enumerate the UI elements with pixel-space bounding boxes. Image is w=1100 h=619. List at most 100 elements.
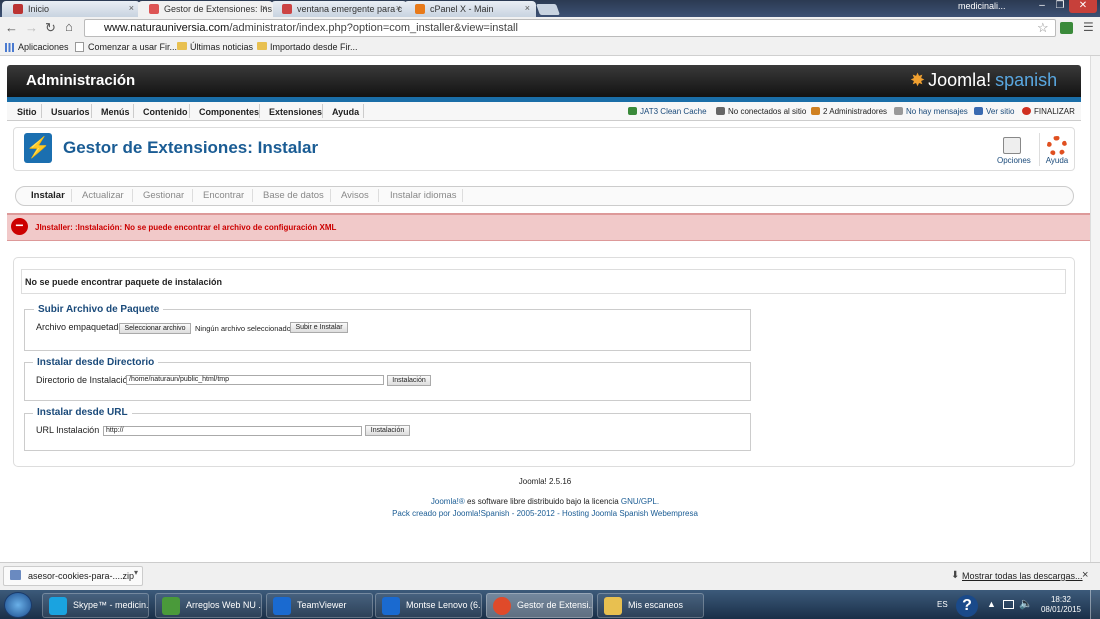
tab-instalar-idiomas[interactable]: Instalar idiomas	[390, 190, 457, 201]
joomla-logo-icon: ✸	[910, 70, 926, 90]
directory-install-button[interactable]: Instalación	[387, 375, 431, 386]
taskbar-teamviewer[interactable]: TeamViewer	[266, 593, 373, 618]
download-bar	[0, 562, 1100, 590]
browser-tab-inicio[interactable]: Inicio ×	[2, 1, 140, 17]
gpl-link[interactable]: GNU/GPL.	[621, 497, 659, 506]
tab-actualizar[interactable]: Actualizar	[82, 190, 124, 201]
window-close-icon[interactable]: ✕	[1069, 0, 1097, 13]
directory-input[interactable]: /home/naturaun/public_html/tmp	[126, 375, 384, 385]
language-indicator[interactable]: ES	[937, 600, 948, 609]
page-scrollbar[interactable]	[1090, 56, 1100, 562]
tab-base-de-datos[interactable]: Base de datos	[263, 190, 324, 201]
extension-icon[interactable]	[1060, 22, 1073, 34]
start-button[interactable]	[4, 592, 32, 618]
joomla-logo: ✸ Joomla! spanish	[910, 70, 1058, 90]
chrome-icon	[493, 597, 511, 615]
tab-instalar[interactable]: Instalar	[31, 190, 65, 201]
restore-icon[interactable]: ❐	[1051, 0, 1069, 13]
menu-componentes[interactable]: Componentes	[199, 107, 259, 117]
taskbar-mis-escaneos[interactable]: Mis escaneos	[597, 593, 704, 618]
menu-menus[interactable]: Menús	[101, 107, 130, 117]
system-clock[interactable]: 18:32 08/01/2015	[1036, 595, 1086, 615]
bookmark-ultimas-noticias[interactable]: Últimas noticias	[177, 42, 253, 52]
minimize-icon[interactable]: –	[1033, 0, 1051, 13]
joomla-favicon-icon	[282, 4, 292, 14]
new-tab-button[interactable]	[535, 4, 561, 15]
browser-tab-gestor[interactable]: Gestor de Extensiones: Ins ×	[138, 1, 273, 17]
browser-user-name[interactable]: medicinali...	[958, 1, 1006, 11]
menu-contenido[interactable]: Contenido	[143, 107, 188, 117]
options-icon[interactable]	[1003, 137, 1021, 154]
download-arrow-icon: ⬇	[951, 570, 960, 581]
status-admins: 2 Administradores	[811, 107, 887, 116]
tab-divider	[132, 189, 133, 202]
menu-divider	[41, 104, 42, 118]
upload-legend: Subir Archivo de Paquete	[34, 304, 164, 315]
show-desktop-button[interactable]	[1090, 590, 1100, 619]
status-cache[interactable]: JAT3 Clean Cache	[628, 107, 707, 116]
menu-divider	[133, 104, 134, 118]
select-file-button[interactable]: Seleccionar archivo	[119, 323, 191, 334]
cache-icon	[628, 107, 637, 115]
help-question-icon[interactable]: ?	[956, 595, 978, 617]
directory-label: Directorio de Instalación	[36, 375, 133, 385]
download-menu-chevron-icon[interactable]: ▾	[134, 568, 138, 577]
forward-arrow-icon[interactable]: →	[25, 20, 38, 35]
tab-close-icon[interactable]: ×	[525, 3, 530, 13]
reload-icon[interactable]: ↻	[45, 20, 56, 36]
taskbar-montse[interactable]: Montse Lenovo (6...	[375, 593, 482, 618]
menu-divider	[189, 104, 190, 118]
tab-close-icon[interactable]: ×	[129, 3, 134, 13]
page-title: Gestor de Extensiones: Instalar	[63, 138, 319, 157]
tab-gestionar[interactable]: Gestionar	[143, 190, 184, 201]
back-arrow-icon[interactable]: ←	[5, 20, 18, 35]
help-lifebuoy-icon[interactable]	[1047, 136, 1067, 156]
bookmark-aplicaciones[interactable]: Aplicaciones	[5, 42, 69, 52]
taskbar-skype[interactable]: Skype™ - medicin...	[42, 593, 149, 618]
menu-hamburger-icon[interactable]: ☰	[1083, 20, 1094, 34]
menu-divider	[259, 104, 260, 118]
tab-close-icon[interactable]: ×	[396, 3, 401, 13]
home-icon[interactable]: ⌂	[65, 19, 73, 34]
tab-divider	[462, 189, 463, 202]
url-input[interactable]: http://	[103, 426, 362, 436]
bookmark-star-icon[interactable]: ☆	[1037, 20, 1049, 36]
tray-expand-icon[interactable]: ▲	[987, 599, 996, 609]
status-online: No conectados al sitio	[716, 107, 806, 116]
status-messages[interactable]: No hay mensajes	[894, 107, 968, 116]
joomla-link[interactable]: Joomla!®	[431, 497, 465, 506]
options-button[interactable]: Opciones	[997, 156, 1031, 165]
logout-link[interactable]: FINALIZAR	[1022, 107, 1075, 116]
bookmark-importado[interactable]: Importado desde Fir...	[257, 42, 358, 52]
extension-manager-icon: ⚡	[24, 133, 52, 163]
help-button[interactable]: Ayuda	[1043, 156, 1071, 165]
upload-install-button[interactable]: Subir e Instalar	[290, 322, 348, 333]
menu-ayuda[interactable]: Ayuda	[332, 107, 359, 117]
show-all-downloads-link[interactable]: Mostrar todas las descargas...	[962, 571, 1083, 581]
volume-icon[interactable]: 🔈	[1019, 597, 1033, 610]
url-install-button[interactable]: Instalación	[365, 425, 410, 436]
tab-title: ventana emergente para c	[297, 4, 403, 14]
bookmark-comenzar[interactable]: Comenzar a usar Fir...	[75, 42, 177, 52]
network-icon[interactable]	[1003, 600, 1014, 609]
tab-avisos[interactable]: Avisos	[341, 190, 369, 201]
download-filename[interactable]: asesor-cookies-para-....zip	[28, 571, 134, 581]
menu-usuarios[interactable]: Usuarios	[51, 107, 90, 117]
tab-divider	[71, 189, 72, 202]
status-view-site[interactable]: Ver sitio	[974, 107, 1014, 116]
tab-close-icon[interactable]: ×	[262, 3, 267, 13]
footer-pack-credit[interactable]: Pack creado por Joomla!Spanish - 2005-20…	[0, 509, 1090, 518]
taskbar-chrome[interactable]: Gestor de Extensi...	[486, 593, 593, 618]
joomla-favicon-icon	[13, 4, 23, 14]
browser-tab-cpanel[interactable]: cPanel X - Main ×	[404, 1, 536, 17]
url-text[interactable]: www.naturauniversia.com/administrator/in…	[104, 22, 518, 34]
menu-sitio[interactable]: Sitio	[17, 107, 37, 117]
browser-tab-ventana[interactable]: ventana emergente para c ×	[271, 1, 407, 17]
taskbar-arreglos[interactable]: Arreglos Web NU ...	[155, 593, 262, 618]
apps-grid-icon	[5, 43, 14, 52]
menu-extensiones[interactable]: Extensiones	[269, 107, 322, 117]
download-bar-close-icon[interactable]: ×	[1082, 569, 1088, 581]
no-package-message: No se puede encontrar paquete de instala…	[25, 277, 223, 287]
tab-encontrar[interactable]: Encontrar	[203, 190, 244, 201]
menu-divider	[91, 104, 92, 118]
